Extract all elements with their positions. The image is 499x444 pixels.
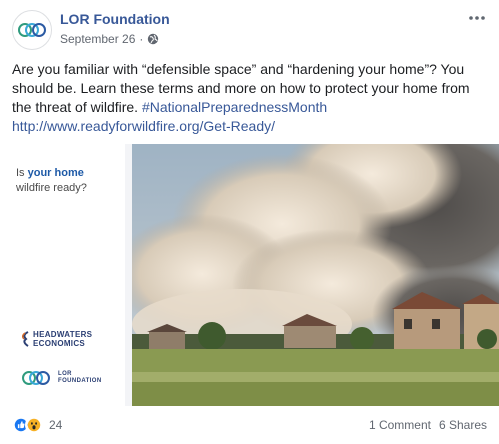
hashtag-link[interactable]: #NationalPreparednessMonth <box>142 99 327 115</box>
reaction-count[interactable]: 24 <box>49 418 62 432</box>
wildfire-smoke-photo <box>132 144 499 406</box>
wow-reaction-icon <box>25 416 43 434</box>
question-highlight: your home <box>27 167 84 179</box>
post-date[interactable]: September 26 <box>60 32 135 46</box>
question-suffix: wildfire ready? <box>16 182 87 194</box>
lor-logo-icon <box>18 23 46 37</box>
post-meta: September 26 · <box>60 32 159 46</box>
headwaters-line1: HEADWATERS <box>33 330 93 339</box>
more-options-icon <box>469 16 485 20</box>
lor-rings-icon <box>22 371 50 385</box>
lor-logo-line1: LOR <box>58 371 72 377</box>
meta-separator: · <box>139 32 144 46</box>
image-side-panel: Is your home wildfire ready? HEADWATERS … <box>0 144 125 406</box>
more-options-button[interactable] <box>465 8 489 28</box>
panel-question: Is your home wildfire ready? <box>16 166 116 196</box>
lor-foundation-logo: LOR FOUNDATION <box>20 370 102 386</box>
headwaters-line2: ECONOMICS <box>33 339 86 348</box>
page-name-link[interactable]: LOR Foundation <box>60 11 170 27</box>
lor-logo-line2: FOUNDATION <box>58 378 102 384</box>
post-message: Are you familiar with “defensible space”… <box>12 60 490 136</box>
panel-divider <box>125 144 132 406</box>
external-link[interactable]: http://www.readyforwildfire.org/Get-Read… <box>12 118 275 134</box>
engagement-stats: 1 Comment 6 Shares <box>369 418 487 432</box>
post-header: LOR Foundation September 26 · <box>0 0 499 56</box>
page-avatar[interactable] <box>12 10 52 50</box>
question-prefix: Is <box>16 167 28 179</box>
headwaters-logo: HEADWATERS ECONOMICS <box>20 330 92 348</box>
post-footer: 24 1 Comment 6 Shares <box>0 412 499 440</box>
headwaters-mark-icon <box>21 331 29 347</box>
comments-count[interactable]: 1 Comment <box>369 418 431 432</box>
reactions-summary[interactable]: 24 <box>12 416 62 434</box>
globe-icon <box>148 33 159 45</box>
post-image[interactable]: Is your home wildfire ready? HEADWATERS … <box>0 144 499 406</box>
shares-count[interactable]: 6 Shares <box>439 418 487 432</box>
